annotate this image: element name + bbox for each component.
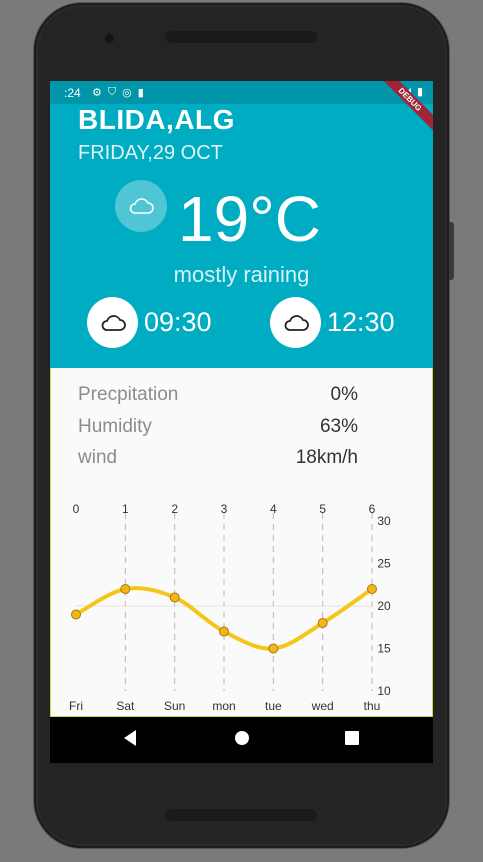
front-camera — [105, 34, 114, 43]
status-bar: :24 ⚙ ⛉ ◎ ▮ ◢ ▮ DEBUG — [50, 81, 433, 136]
x-tick-label: wed — [311, 699, 334, 713]
data-point — [219, 626, 229, 637]
data-point — [169, 592, 180, 603]
data-point — [71, 609, 81, 620]
sync-icon: ◎ — [122, 87, 132, 99]
time-slot-label: 12:30 — [327, 307, 395, 337]
weather-details: Precpitation 0% Humidity 63% wind 18km/h — [78, 384, 358, 479]
x-tick-label: tue — [265, 699, 282, 713]
temperature-chart-svg: 0 1 2 3 4 5 6 10 15 20 25 30 Fri Sat Sun mon tue wed thu — [69, 502, 391, 713]
top-speaker — [165, 31, 317, 43]
battery-icon: ▮ — [416, 86, 423, 98]
power-button[interactable] — [449, 222, 454, 280]
y-tick-label: 10 — [377, 684, 391, 698]
top-tick-label: 5 — [319, 502, 326, 516]
date-label: FRIDAY,29 OCT — [78, 142, 223, 164]
top-tick-label: 4 — [270, 502, 277, 516]
time-slot-morning[interactable]: 09:30 — [87, 297, 212, 348]
weather-description: mostly raining — [173, 262, 310, 287]
y-tick-label: 25 — [377, 557, 391, 571]
cloud-icon — [115, 180, 167, 232]
detail-row-humidity: Humidity 63% — [78, 416, 358, 448]
top-tick-label: 0 — [73, 502, 80, 516]
data-point — [120, 584, 131, 594]
current-temperature: 19°C — [178, 183, 321, 255]
settings-icon: ⚙ — [92, 87, 102, 99]
shield-icon: ⛉ — [107, 86, 117, 98]
status-icons: ⚙ ⛉ ◎ ▮ — [92, 86, 144, 99]
screen: BLIDA,ALG FRIDAY,29 OCT 19°C mostly rain… — [50, 81, 433, 763]
cloud-icon — [87, 297, 138, 348]
x-tick-label: Sat — [116, 699, 135, 713]
y-tick-label: 20 — [377, 599, 391, 613]
time-slot-label: 09:30 — [144, 307, 212, 337]
weather-header: BLIDA,ALG FRIDAY,29 OCT 19°C mostly rain… — [50, 104, 433, 368]
data-point — [317, 618, 328, 628]
detail-label: Precpitation — [78, 384, 179, 405]
temperature-chart: 0 1 2 3 4 5 6 10 15 20 25 30 Fri Sat Sun mon tue wed thu — [50, 491, 433, 717]
data-point — [268, 643, 279, 654]
detail-row-precipitation: Precpitation 0% — [78, 384, 358, 416]
recents-button[interactable] — [344, 729, 360, 752]
detail-value: 63% — [319, 415, 358, 437]
top-tick-label: 6 — [369, 502, 376, 516]
top-tick-label: 2 — [171, 502, 178, 516]
x-tick-label: mon — [212, 699, 235, 713]
detail-value: 18km/h — [295, 447, 358, 468]
data-point — [367, 584, 377, 594]
detail-label: wind — [78, 447, 118, 468]
y-tick-label: 30 — [377, 514, 391, 528]
home-button[interactable] — [234, 729, 250, 752]
detail-label: Humidity — [78, 415, 152, 437]
y-tick-label: 15 — [377, 642, 391, 656]
city-name: BLIDA,ALG — [78, 104, 235, 135]
x-tick-label: Sun — [164, 699, 185, 713]
detail-value: 0% — [330, 384, 358, 405]
time-slot-noon[interactable]: 12:30 — [270, 297, 395, 348]
top-tick-label: 3 — [221, 502, 228, 516]
back-button[interactable] — [122, 729, 138, 752]
x-tick-label: Fri — [69, 699, 83, 713]
status-time: :24 — [64, 86, 81, 100]
cloud-icon — [270, 297, 321, 348]
x-tick-label: thu — [364, 699, 381, 713]
bottom-speaker — [165, 809, 317, 821]
sd-card-icon: ▮ — [137, 87, 144, 99]
detail-row-wind: wind 18km/h — [78, 447, 358, 479]
navigation-bar — [50, 717, 433, 763]
top-tick-label: 1 — [122, 502, 129, 516]
